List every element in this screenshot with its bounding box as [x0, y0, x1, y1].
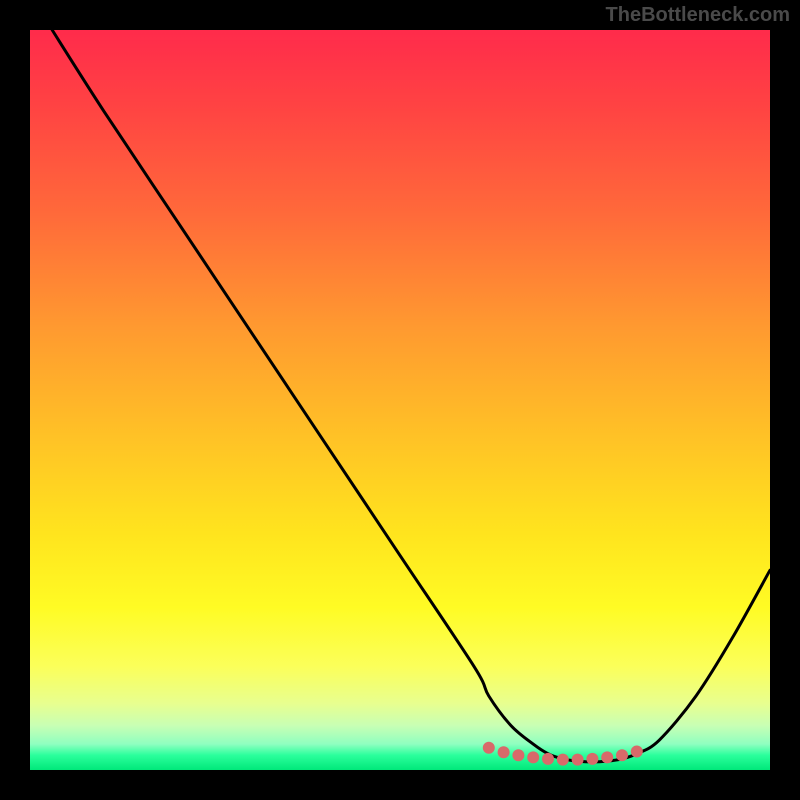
marker-dot: [572, 754, 584, 766]
marker-dot: [542, 753, 554, 765]
marker-dot: [586, 753, 598, 765]
marker-dot: [616, 749, 628, 761]
chart-frame: TheBottleneck.com: [0, 0, 800, 800]
plot-area: [30, 30, 770, 770]
marker-dot: [483, 742, 495, 754]
marker-dot: [512, 749, 524, 761]
watermark-text: TheBottleneck.com: [606, 4, 790, 27]
chart-svg: [30, 30, 770, 770]
marker-dot: [498, 746, 510, 758]
marker-dot: [601, 751, 613, 763]
marker-dot: [527, 751, 539, 763]
marker-dot: [631, 746, 643, 758]
bottleneck-curve: [52, 30, 770, 762]
marker-dot: [557, 754, 569, 766]
flat-region-markers: [483, 742, 643, 766]
